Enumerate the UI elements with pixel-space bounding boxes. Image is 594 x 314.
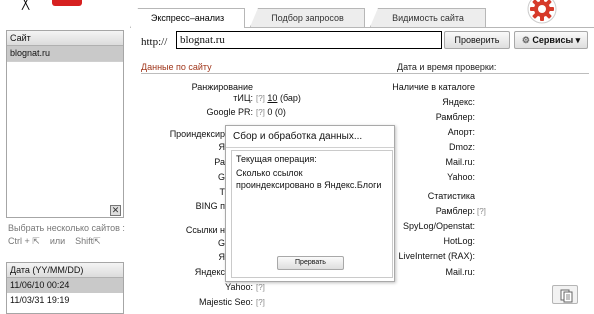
stats-label: Статистика <box>427 191 475 201</box>
site-data-title: Данные по сайту <box>141 62 212 72</box>
help-icon[interactable]: [?] <box>477 207 486 216</box>
sites-header: Сайт <box>7 31 123 46</box>
services-button[interactable]: ⚙ Сервисы ▾ <box>514 31 588 49</box>
help-icon[interactable]: [?] <box>256 298 265 307</box>
message-line: Сколько ссылок <box>236 168 303 178</box>
tab-express-analysis[interactable]: Экспресс–анализ <box>130 8 245 28</box>
tic-label: тИЦ: <box>233 93 253 103</box>
google-pr-label: Google PR: <box>206 107 253 117</box>
pr-row: [?] 0 (0) <box>256 107 286 117</box>
catalog-aport: Апорт: <box>447 127 475 137</box>
stats-rambler: Рамблер: <box>435 206 475 216</box>
ranking-label: Ранжирование <box>191 82 253 92</box>
services-label: Сервисы ▾ <box>532 35 581 45</box>
catalog-rambler: Рамблер: <box>435 112 475 122</box>
stats-hotlog: HotLog: <box>443 236 475 246</box>
dialog-title: Сбор и обработка данных... <box>226 126 394 148</box>
tab-query-selection[interactable]: Подбор запросов <box>250 8 365 27</box>
dates-panel: Дата (YY/MM/DD) 11/06/10 00:24 11/03/31 … <box>6 262 124 314</box>
cursor-icon: ⇱ <box>93 236 101 246</box>
catalog-dmoz: Dmoz: <box>448 142 475 152</box>
yandex-label: Яндекс <box>194 267 225 277</box>
help-icon[interactable]: [?] <box>256 283 265 292</box>
tic-row: [?] 10 (бар) <box>256 93 301 103</box>
g2-label: G <box>217 238 225 248</box>
operation-label: Текущая операция: <box>236 154 317 164</box>
multi-select-label: Выбрать несколько сайтов : <box>8 223 125 233</box>
dates-header: Дата (YY/MM/DD) <box>7 263 123 278</box>
cursor-icon: ⇱ <box>32 236 40 246</box>
catalog-mail: Mail.ru: <box>445 157 475 167</box>
catalog-yandex: Яндекс: <box>442 97 475 107</box>
delete-site-button[interactable]: ✕ <box>110 205 121 216</box>
ctrl-label: Ctrl + <box>8 236 33 246</box>
tab-site-visibility[interactable]: Видимость сайта <box>370 8 486 27</box>
url-prefix: http:// <box>141 36 168 48</box>
divider <box>7 61 123 62</box>
operation-message: Сколько ссылок проиндексировано в Яндекс… <box>236 167 381 191</box>
url-input[interactable]: blognat.ru <box>176 31 442 49</box>
multi-select-hint: Выбрать несколько сайтов : Ctrl + ⇱ или … <box>8 222 125 248</box>
message-line: проиндексировано в Яндекс.Блоги <box>236 180 382 190</box>
tic-unit: (бар) <box>279 93 301 103</box>
gear-icon[interactable] <box>527 0 557 24</box>
or-label: или <box>49 236 66 246</box>
yahoo-label: Yahoo: <box>225 282 253 292</box>
g-label: G <box>217 172 225 182</box>
indexed-label: Проиндексир <box>169 129 225 139</box>
close-x-icon[interactable]: ╳ <box>22 0 29 10</box>
ra-label: Ра <box>214 157 225 167</box>
stop-button[interactable]: Прервать <box>277 256 344 270</box>
site-item[interactable]: blognat.ru <box>7 46 123 61</box>
stats-spylog: SpyLog/Openstat: <box>402 221 475 231</box>
copy-icon <box>560 289 573 303</box>
gear-icon: ⚙ <box>521 35 530 45</box>
stats-liveinternet: LiveInternet (RAX): <box>398 251 475 261</box>
help-icon[interactable]: [?] <box>256 94 265 103</box>
date-item[interactable]: 11/06/10 00:24 <box>7 278 123 293</box>
catalog-label: Наличие в каталоге <box>392 82 475 92</box>
links-label: Ссылки н <box>185 225 225 235</box>
stats-mail: Mail.ru: <box>445 267 475 277</box>
logo <box>52 0 82 6</box>
help-icon[interactable]: [?] <box>256 108 265 117</box>
section-divider <box>141 73 589 74</box>
shift-label: Shift <box>75 236 94 246</box>
progress-dialog: Сбор и обработка данных... Текущая опера… <box>225 125 395 282</box>
pr-value: 0 (0) <box>267 107 286 117</box>
copy-button[interactable] <box>552 285 578 304</box>
check-button[interactable]: Проверить <box>444 31 510 49</box>
tic-value: 10 <box>267 93 278 103</box>
catalog-yahoo: Yahoo: <box>447 172 475 182</box>
date-item[interactable]: 11/03/31 19:19 <box>7 293 123 308</box>
bing-label: BING п <box>195 201 225 211</box>
sites-panel: Сайт blognat.ru <box>6 30 124 218</box>
majestic-label: Majestic Seo: <box>198 297 253 307</box>
check-time-title: Дата и время проверки: <box>397 62 497 72</box>
